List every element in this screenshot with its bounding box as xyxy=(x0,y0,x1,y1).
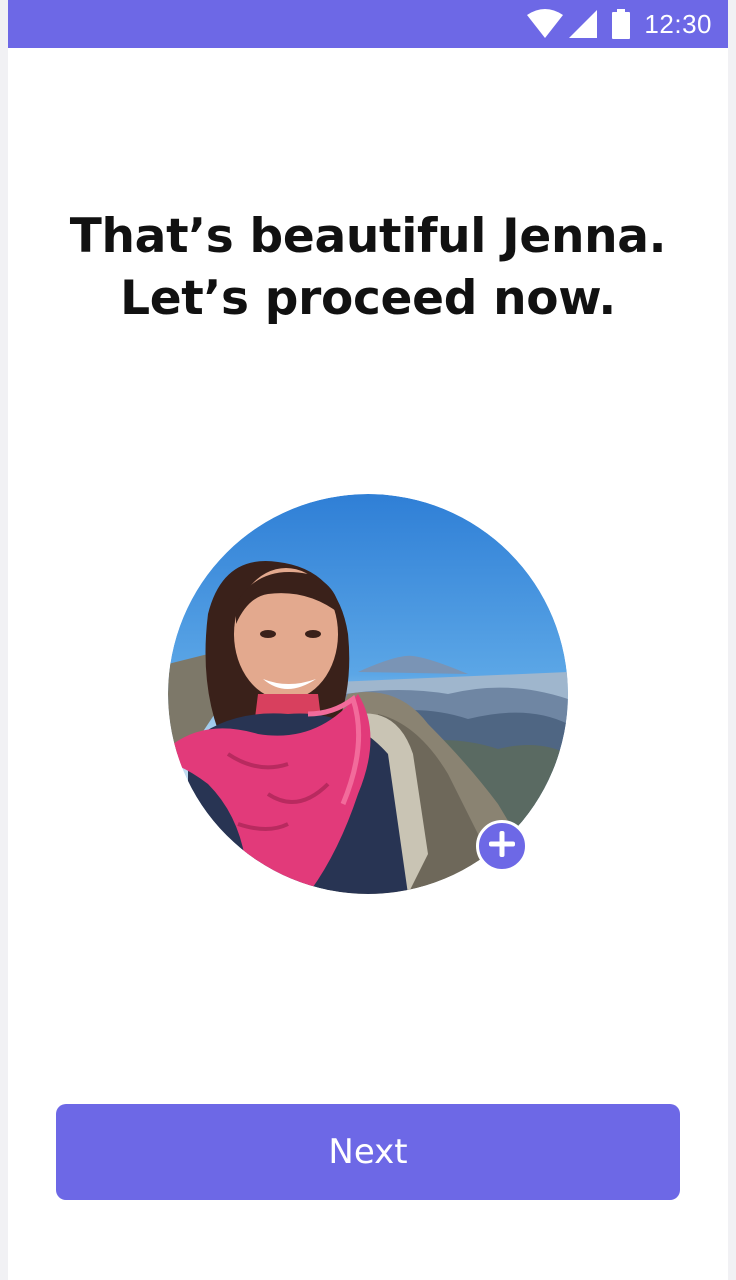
page-title: That’s beautiful Jenna. Let’s proceed no… xyxy=(8,206,728,330)
battery-icon xyxy=(612,9,631,39)
plus-icon xyxy=(487,829,517,864)
next-button[interactable]: Next xyxy=(56,1104,680,1200)
status-icons: 12:30 xyxy=(526,0,712,48)
cellular-signal-icon xyxy=(568,9,598,39)
avatar-container xyxy=(168,494,568,894)
screen: 12:30 That’s beautiful Jenna. Let’s proc… xyxy=(8,0,728,1280)
title-line-1: That’s beautiful Jenna. xyxy=(69,209,667,264)
wifi-icon xyxy=(526,9,564,39)
add-photo-button[interactable] xyxy=(476,820,528,872)
title-line-2: Let’s proceed now. xyxy=(120,271,616,326)
status-bar: 12:30 xyxy=(8,0,728,48)
status-time: 12:30 xyxy=(644,8,712,39)
